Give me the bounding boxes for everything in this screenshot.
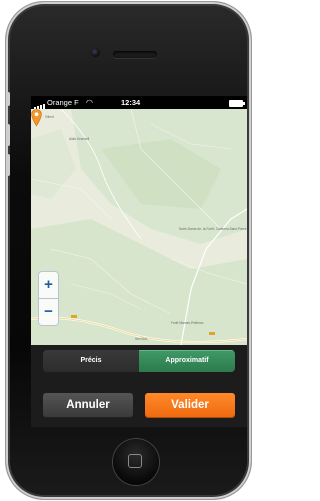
carrier-name: Orange F [47,98,79,107]
earpiece-speaker [113,51,157,58]
front-camera [91,48,100,57]
phone-frame: Orange F ◠ 12:34 Villenf Aldis Orsenvill… [6,2,251,499]
location-pin-icon[interactable] [31,109,42,127]
volume-down-button [6,154,10,176]
zoom-out-button[interactable]: − [39,299,58,325]
map-place-label: Forêt Marnes-Pellenon [171,321,204,325]
precision-segmented-control: Précis Approximatif [43,350,235,372]
map-place-label: Sen Bon- [135,337,149,341]
approximate-segment[interactable]: Approximatif [139,350,235,372]
status-time: 12:34 [121,98,141,107]
zoom-in-button[interactable]: + [39,272,58,299]
mute-switch [6,92,10,106]
map-view[interactable]: Villenf Aldis Orsenvill Notre-Dame-de- l… [31,109,247,345]
cancel-button[interactable]: Annuler [43,393,133,417]
status-bar: Orange F ◠ 12:34 [31,96,247,109]
home-button[interactable] [113,439,159,485]
precise-segment[interactable]: Précis [43,350,139,372]
battery-icon [229,100,245,107]
zoom-control: + − [39,272,58,325]
map-place-label: Notre-Dame-de- la-Forêt- Carlinem-Saint-… [179,227,247,231]
map-place-label: Villenf [45,115,54,119]
home-square-icon [128,454,142,468]
phone-screen: Orange F ◠ 12:34 Villenf Aldis Orsenvill… [31,96,247,427]
volume-up-button [6,124,10,146]
map-place-label: Aldis Orsenvill [69,137,90,141]
validate-button[interactable]: Valider [145,393,235,417]
wifi-icon: ◠ [86,98,93,107]
signal-icon [34,100,46,109]
